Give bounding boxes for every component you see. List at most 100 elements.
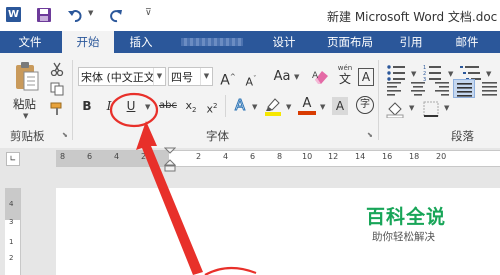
text-effects-button[interactable]: A: [232, 96, 248, 115]
character-border-icon[interactable]: A: [358, 68, 374, 86]
group-separator: [72, 60, 73, 140]
undo-dropdown-arrow[interactable]: ▼: [88, 9, 93, 17]
save-icon[interactable]: [36, 7, 52, 23]
cut-icon[interactable]: [50, 62, 64, 76]
tab-mailings[interactable]: 邮件: [446, 31, 488, 53]
underline-dropdown-icon[interactable]: ▼: [145, 103, 150, 111]
align-center-icon[interactable]: [409, 80, 427, 96]
ruler-mark: 10: [302, 152, 313, 161]
format-painter-icon[interactable]: [50, 102, 64, 116]
font-color-button[interactable]: A: [298, 96, 316, 116]
underline-button[interactable]: U: [124, 97, 138, 115]
tab-references[interactable]: 引用: [390, 31, 432, 53]
grow-font-letter: A: [220, 72, 230, 89]
title-bar: W ▼ ⊽ 新建 Microsoft Word 文档.doc: [0, 0, 500, 31]
strikethrough-label: abc: [159, 100, 177, 111]
font-group-label: 字体: [206, 129, 229, 143]
shrink-font-button[interactable]: Aˇ: [244, 70, 258, 89]
font-size-dropdown-icon[interactable]: ▼: [200, 68, 212, 85]
font-color-letter: A: [302, 96, 312, 111]
tab-blurred[interactable]: [177, 31, 247, 53]
font-dialog-launcher-icon[interactable]: ⬊: [367, 131, 373, 139]
grow-font-button[interactable]: A^: [220, 68, 236, 89]
phonetic-guide-char: 文: [338, 72, 351, 86]
redo-icon[interactable]: [108, 7, 124, 23]
window-title: 新建 Microsoft Word 文档.doc: [327, 10, 498, 24]
ruler-mark: 6: [87, 152, 93, 161]
superscript-button[interactable]: x2: [204, 97, 220, 116]
highlight-dropdown-icon[interactable]: ▼: [286, 103, 291, 111]
align-right-icon[interactable]: [432, 80, 450, 96]
ruler-mark: 16: [382, 152, 393, 161]
font-color-dropdown-icon[interactable]: ▼: [320, 103, 325, 111]
font-size-combo[interactable]: 四号 ▼: [168, 67, 213, 86]
text-effects-dropdown-icon[interactable]: ▼: [252, 103, 257, 111]
tab-home[interactable]: 开始: [62, 31, 114, 53]
word-app-icon[interactable]: W: [6, 7, 21, 22]
ruler-mark: 8: [277, 152, 283, 161]
font-name-value: 宋体 (中文正文: [81, 71, 155, 84]
word-icon-letter: W: [7, 9, 20, 20]
ruler-mark: 18: [409, 152, 420, 161]
phonetic-guide-button[interactable]: wén 文: [336, 64, 354, 88]
indent-marker-icon[interactable]: [164, 147, 176, 173]
tab-design[interactable]: 设计: [263, 31, 305, 53]
enclose-characters-button[interactable]: 字: [356, 96, 374, 114]
ruler-mark: 14: [355, 152, 366, 161]
subscript-button[interactable]: x2: [183, 97, 199, 115]
customize-toolbar-arrow[interactable]: ⊽: [145, 8, 152, 18]
tab-page-layout[interactable]: 页面布局: [316, 31, 384, 53]
clipboard-dialog-launcher-icon[interactable]: ⬊: [62, 131, 68, 139]
tab-selector-icon[interactable]: ∟: [6, 152, 20, 166]
paragraph-group-label: 段落: [451, 129, 474, 143]
font-color-swatch: [298, 111, 316, 115]
change-case-button[interactable]: Aa: [271, 68, 293, 86]
copy-icon[interactable]: [50, 82, 64, 96]
svg-text:A: A: [312, 71, 319, 81]
watermark-subtitle: 助你轻松解决: [372, 231, 435, 243]
strikethrough-button[interactable]: abc: [157, 97, 179, 115]
ruler-mark: 6: [250, 152, 256, 161]
paste-button-label[interactable]: 粘贴: [13, 96, 36, 112]
highlight-icon[interactable]: [264, 97, 282, 116]
horizontal-ruler[interactable]: 8 6 4 2 2 4 6 8 10 12 14 16 18 20: [56, 150, 500, 167]
ruler-mark: 2: [141, 152, 147, 161]
vertical-ruler-mark: 1: [9, 238, 14, 246]
borders-dropdown-icon[interactable]: ▼: [444, 104, 449, 112]
paste-dropdown-arrow[interactable]: ▼: [23, 112, 28, 120]
multilevel-list-dropdown-icon[interactable]: ▼: [486, 70, 491, 78]
tab-insert[interactable]: 插入: [120, 31, 162, 53]
tab-file[interactable]: 文件: [6, 31, 54, 53]
vertical-ruler-mark: 4: [9, 200, 14, 208]
font-name-dropdown-icon[interactable]: ▼: [153, 68, 165, 85]
ruler-mark: 4: [223, 152, 229, 161]
change-case-dropdown-icon[interactable]: ▼: [294, 73, 299, 81]
ruler-mark: 2: [196, 152, 202, 161]
bold-button[interactable]: B: [80, 97, 94, 115]
phonetic-guide-pinyin: wén: [337, 64, 353, 72]
distributed-icon[interactable]: [481, 80, 499, 96]
shading-dropdown-icon[interactable]: ▼: [409, 104, 414, 112]
borders-icon[interactable]: [422, 100, 440, 118]
paste-icon[interactable]: [14, 60, 40, 92]
grow-font-caret: ^: [229, 73, 236, 81]
ribbon-tab-bar: 文件 开始 插入 设计 页面布局 引用 邮件: [0, 31, 500, 53]
font-name-combo[interactable]: 宋体 (中文正文 ▼: [78, 67, 166, 86]
font-size-value: 四号: [171, 71, 193, 84]
numbering-dropdown-icon[interactable]: ▼: [448, 70, 453, 78]
clear-formatting-icon[interactable]: A: [312, 68, 330, 85]
vertical-ruler[interactable]: 4 3 1 2: [5, 188, 21, 275]
justify-button[interactable]: [453, 79, 475, 98]
bullets-dropdown-icon[interactable]: ▼: [411, 70, 416, 78]
shrink-font-caret: ˇ: [253, 75, 257, 83]
clipboard-group-label: 剪贴板: [10, 129, 45, 143]
italic-button[interactable]: I: [102, 97, 116, 115]
undo-icon[interactable]: [67, 7, 85, 23]
blurred-tab-label: [181, 38, 243, 46]
character-shading-button[interactable]: A: [332, 97, 348, 115]
shading-icon[interactable]: [386, 100, 406, 118]
font-inner-separator: [225, 95, 226, 117]
align-left-icon[interactable]: [386, 80, 404, 96]
watermark-card: 百科全说 助你轻松解决: [348, 195, 500, 250]
italic-letter: I: [106, 99, 112, 113]
